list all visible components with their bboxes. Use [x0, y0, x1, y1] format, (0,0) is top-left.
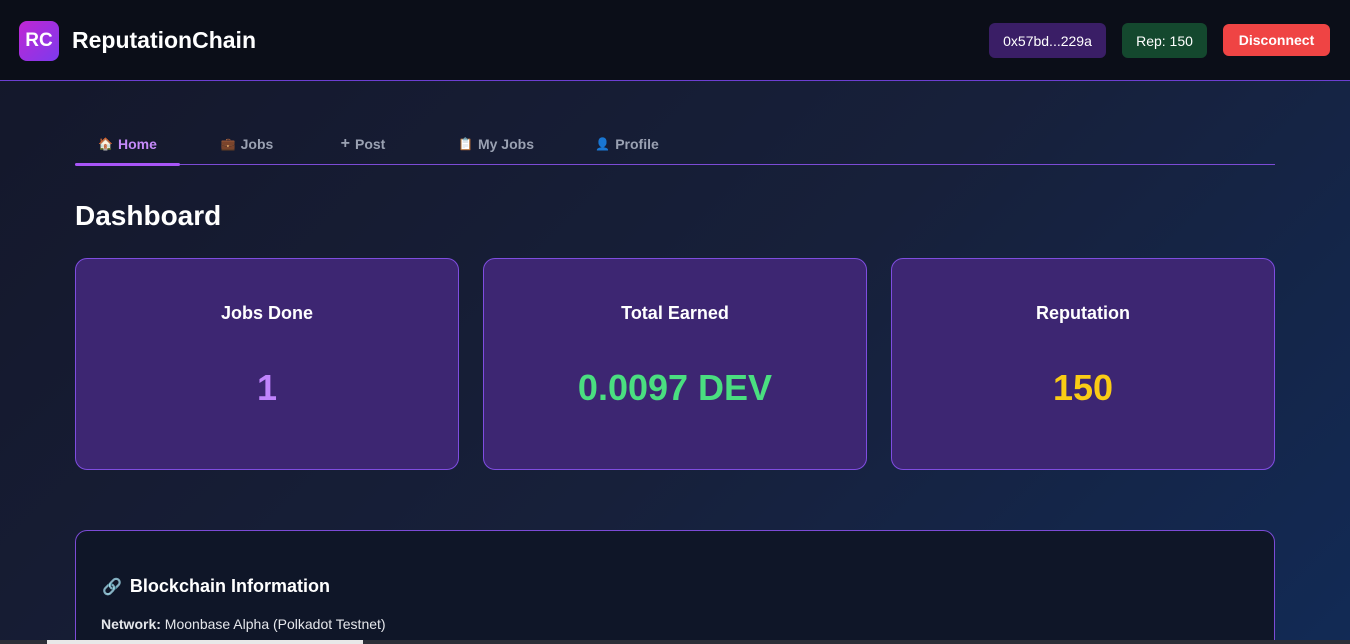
network-value: Moonbase Alpha (Polkadot Testnet): [164, 616, 386, 632]
tab-label: Home: [118, 135, 157, 152]
tab-label: Profile: [615, 135, 659, 152]
app-logo[interactable]: RC: [19, 21, 59, 61]
stat-label: Reputation: [1036, 303, 1130, 323]
app-title: ReputationChain: [72, 27, 256, 53]
link-icon: 🔗: [102, 578, 122, 596]
page-title: Dashboard: [75, 200, 222, 231]
stat-card-reputation: Reputation 150: [891, 258, 1275, 470]
tab-post[interactable]: + Post: [325, 122, 401, 165]
stat-card-total-earned: Total Earned 0.0097 DEV: [483, 258, 867, 470]
tab-home[interactable]: 🏠 Home: [75, 122, 180, 166]
tab-label: My Jobs: [477, 135, 534, 152]
top-navbar: RC ReputationChain 0x57bd...229a Rep: 15…: [0, 0, 1350, 81]
plus-icon: +: [340, 134, 350, 152]
stat-value: 1: [256, 367, 278, 408]
stat-value: 0.0097 DEV: [577, 367, 773, 408]
wallet-address-badge[interactable]: 0x57bd...229a: [989, 23, 1106, 58]
blockchain-info-title: Blockchain Information: [129, 576, 330, 596]
reputation-badge: Rep: 150: [1122, 23, 1207, 58]
user-icon: 👤: [595, 136, 611, 151]
disconnect-button[interactable]: Disconnect: [1223, 24, 1330, 56]
main-tabs: 🏠 Home 💼 Jobs + Post 📋 My Jobs 👤 Profile: [75, 122, 1275, 166]
clipboard-icon: 📋: [458, 136, 473, 151]
home-icon: 🏠: [98, 136, 114, 151]
briefcase-icon: 💼: [220, 136, 236, 151]
tab-label: Jobs: [240, 135, 274, 152]
blockchain-info-panel: 🔗 Blockchain Information Network: Moonba…: [75, 530, 1275, 644]
network-label: Network:: [101, 616, 161, 632]
tab-label: Post: [355, 135, 386, 152]
blockchain-info-heading: 🔗 Blockchain Information: [102, 576, 330, 597]
tab-my-jobs[interactable]: 📋 My Jobs: [441, 122, 551, 165]
stat-label: Jobs Done: [220, 303, 313, 323]
bottom-strip-highlight: [47, 640, 363, 644]
network-row: Network: Moonbase Alpha (Polkadot Testne…: [101, 616, 386, 632]
tab-profile[interactable]: 👤 Profile: [577, 122, 677, 165]
stat-card-jobs-done: Jobs Done 1: [75, 258, 459, 470]
stat-value: 150: [1052, 367, 1114, 408]
stat-label: Total Earned: [621, 303, 729, 323]
tab-jobs[interactable]: 💼 Jobs: [205, 122, 289, 165]
